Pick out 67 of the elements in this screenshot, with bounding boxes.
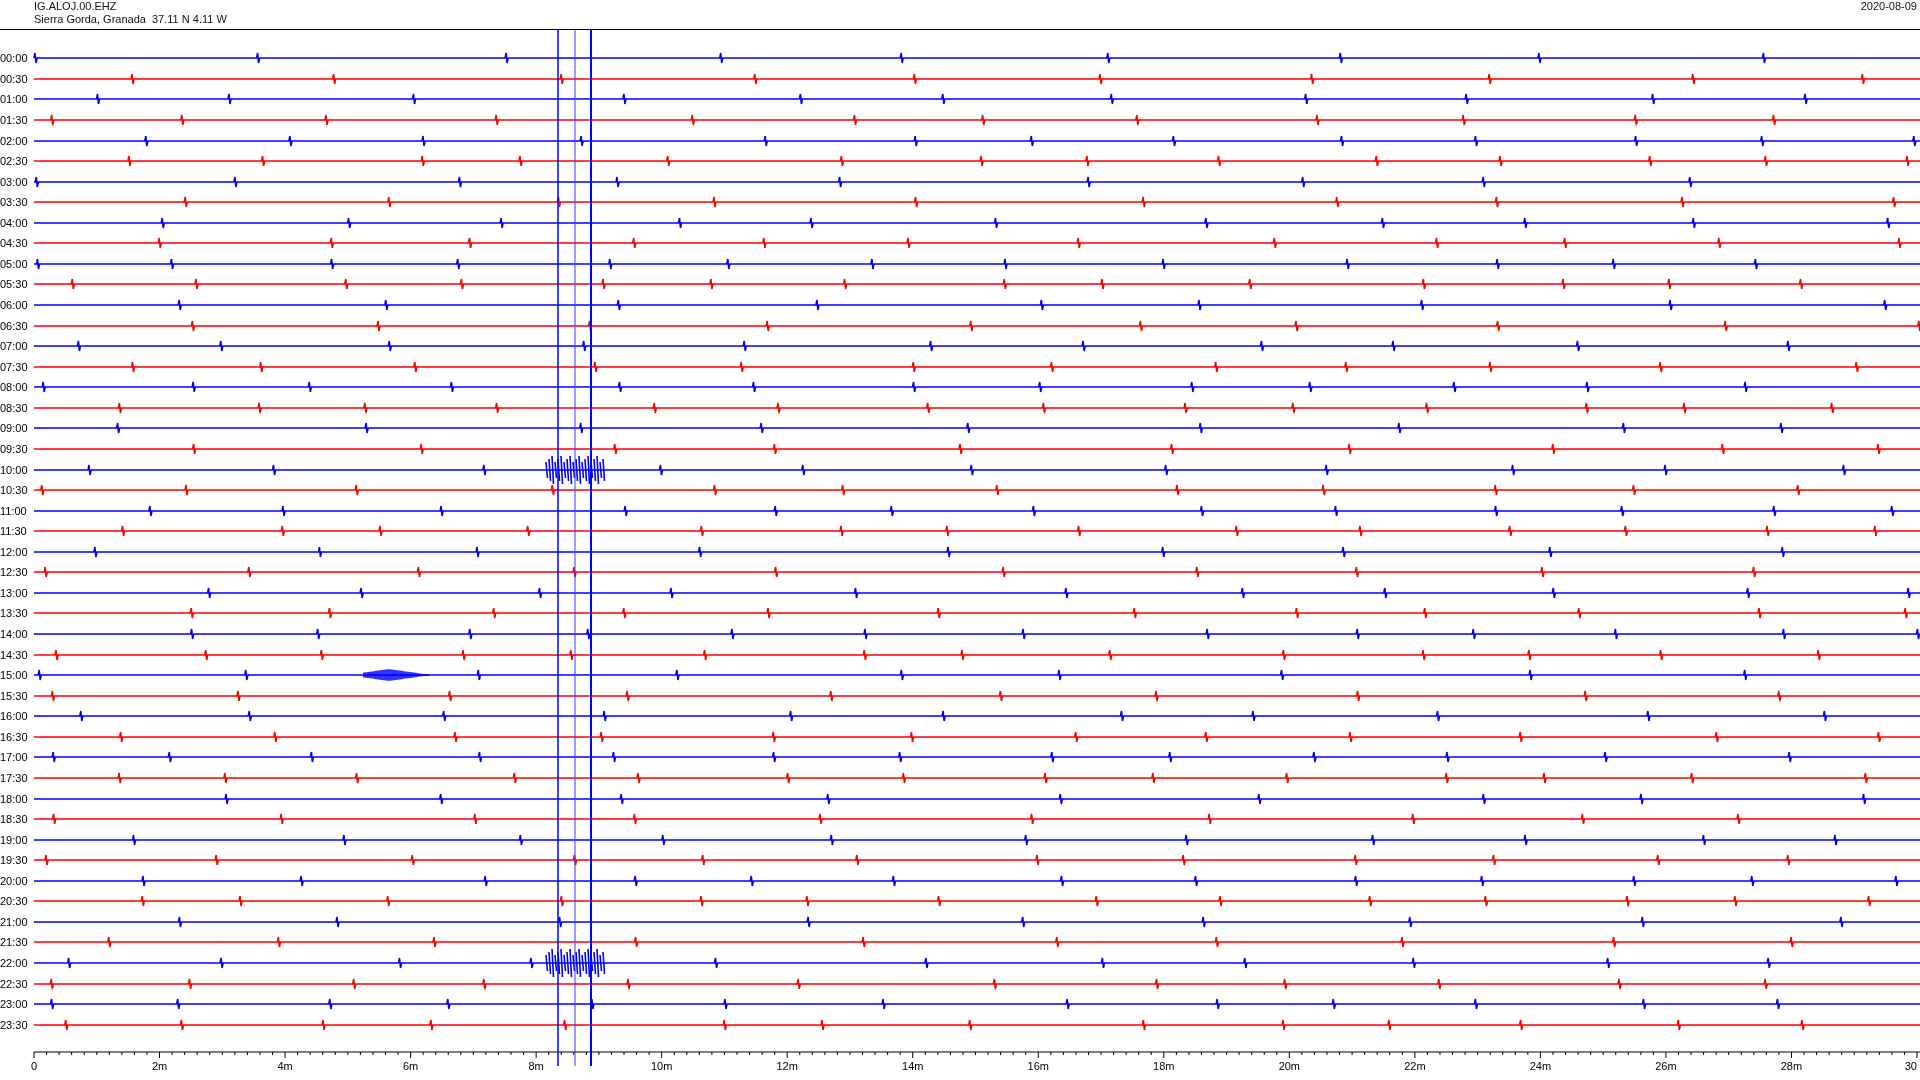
time-label: 20:00 <box>0 874 29 887</box>
time-label: 02:00 <box>0 134 29 147</box>
axis-label: 8m <box>528 1060 544 1072</box>
time-label: 15:30 <box>0 689 29 702</box>
time-label: 17:30 <box>0 771 29 784</box>
time-label: 14:30 <box>0 648 29 661</box>
time-label: 18:00 <box>0 792 29 805</box>
time-label: 13:00 <box>0 586 29 599</box>
time-label: 07:00 <box>0 340 29 353</box>
axis-label: 26m <box>1655 1060 1677 1072</box>
station-code: IG.ALOJ.00.EHZ <box>34 0 118 13</box>
time-label: 10:30 <box>0 484 29 497</box>
time-label: 13:30 <box>0 607 29 620</box>
time-label: 12:00 <box>0 545 29 558</box>
time-label: 04:00 <box>0 216 29 229</box>
axis-label: 14m <box>902 1060 924 1072</box>
time-label: 14:00 <box>0 628 29 641</box>
time-label: 01:30 <box>0 113 29 126</box>
time-label: 09:30 <box>0 442 29 455</box>
time-label: 19:00 <box>0 833 29 846</box>
axis-label: 16m <box>1027 1060 1049 1072</box>
time-label: 00:30 <box>0 72 29 85</box>
time-label: 23:00 <box>0 998 29 1011</box>
time-label: 18:30 <box>0 813 29 826</box>
axis-label: 24m <box>1529 1060 1552 1072</box>
time-label: 23:30 <box>0 1018 29 1031</box>
axis-label: 10m <box>650 1060 673 1072</box>
axis-label: 4m <box>277 1060 293 1072</box>
time-label: 06:00 <box>0 299 29 312</box>
time-label: 16:00 <box>0 710 29 723</box>
time-label: 01:00 <box>0 93 29 106</box>
axis-label: 30 <box>1904 1060 1917 1072</box>
time-label: 03:00 <box>0 175 29 188</box>
time-label: 08:30 <box>0 401 29 414</box>
time-label: 10:00 <box>0 463 29 476</box>
time-label: 07:30 <box>0 360 29 373</box>
time-label: 17:00 <box>0 751 29 764</box>
time-label: 16:30 <box>0 730 29 743</box>
axis-label: 12m <box>776 1060 798 1072</box>
station-location: Sierra Gorda, Granada 37.11 N 4.11 W <box>34 13 227 26</box>
time-label: 22:30 <box>0 977 29 990</box>
axis-label: 28m <box>1780 1060 1803 1072</box>
time-label: 06:30 <box>0 319 29 332</box>
time-label: 05:30 <box>0 278 29 291</box>
time-label: 12:30 <box>0 566 29 579</box>
axis-label: 2m <box>151 1060 168 1072</box>
time-label: 20:30 <box>0 895 29 908</box>
time-label: 09:00 <box>0 422 29 435</box>
axis-label: 6m <box>402 1060 419 1072</box>
time-label: 08:00 <box>0 381 29 394</box>
axis-label: 22m <box>1404 1060 1426 1072</box>
time-label: 11:00 <box>0 504 28 517</box>
time-label: 21:30 <box>0 936 29 949</box>
time-label: 15:00 <box>0 669 29 682</box>
axis-label: 0 <box>30 1060 38 1072</box>
time-label: 04:30 <box>0 237 29 250</box>
time-label: 02:30 <box>0 155 29 168</box>
time-label: 11:30 <box>0 525 28 538</box>
time-label: 05:00 <box>0 257 29 270</box>
axis-label: 20m <box>1278 1060 1301 1072</box>
plot-date: 2020-08-09 <box>1860 0 1917 14</box>
time-label: 21:00 <box>0 915 29 928</box>
axis-label: 18m <box>1153 1060 1175 1072</box>
time-label: 00:00 <box>0 52 29 65</box>
time-label: 19:30 <box>0 854 29 867</box>
time-label: 22:00 <box>0 957 29 970</box>
time-label: 03:30 <box>0 196 29 209</box>
